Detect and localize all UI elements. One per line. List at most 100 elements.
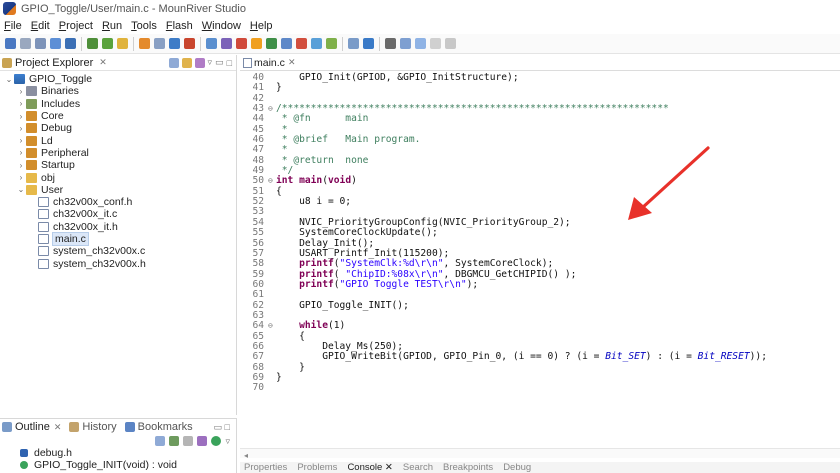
toolbar-button-icon[interactable] [430, 38, 441, 49]
toolbar-button-icon[interactable] [348, 38, 359, 49]
toolbar-button-icon[interactable] [184, 38, 195, 49]
chevron-right-icon[interactable]: › [16, 136, 26, 145]
toolbar-button-icon[interactable] [50, 38, 61, 49]
chevron-right-icon[interactable]: › [16, 148, 26, 157]
chevron-right-icon[interactable]: › [16, 87, 26, 96]
toolbar-button-icon[interactable] [311, 38, 322, 49]
menu-item[interactable]: Window [202, 20, 241, 32]
maximize-icon[interactable]: □ [227, 58, 232, 68]
toolbar-button-icon[interactable] [117, 38, 128, 49]
filter-icon[interactable] [194, 57, 205, 68]
bottom-tab[interactable]: Breakpoints [443, 462, 493, 473]
menu-item[interactable]: Run [102, 20, 122, 32]
code-area[interactable]: 40 GPIO_Init(GPIOD, &GPIO_InitStructure)… [240, 71, 840, 394]
toolbar-button-icon[interactable] [87, 38, 98, 49]
project-explorer-tab[interactable]: Project Explorer ✕ ▿ ▭ □ [0, 55, 236, 71]
sort-icon[interactable] [155, 436, 166, 446]
close-icon[interactable]: ✕ [54, 422, 62, 433]
toolbar-button-icon[interactable] [221, 38, 232, 49]
toolbar-button-icon[interactable] [363, 38, 374, 49]
fold-toggle-icon[interactable]: ⊖ [268, 321, 276, 331]
tree-item[interactable]: › Includes [0, 98, 236, 110]
toolbar-button-icon[interactable] [326, 38, 337, 49]
toolbar-button-icon[interactable] [385, 38, 396, 49]
tab-outline[interactable]: Outline ✕ [2, 421, 61, 433]
bottom-tab[interactable]: Search [403, 462, 433, 473]
hide-inactive-icon[interactable] [211, 436, 222, 446]
view-menu-icon[interactable]: ▿ [208, 57, 213, 68]
bottom-tab[interactable]: Debug [503, 462, 531, 473]
menu-accelerator: F [165, 19, 173, 32]
view-menu-icon[interactable]: ▿ [225, 436, 230, 447]
chevron-right-icon[interactable]: › [16, 112, 26, 121]
chevron-right-icon[interactable]: › [16, 161, 26, 170]
fold-toggle-icon[interactable]: ⊖ [268, 176, 276, 186]
tree-item[interactable]: › obj [0, 171, 236, 184]
tree-item[interactable]: › Startup [0, 159, 236, 171]
menu-item[interactable]: Project [59, 20, 93, 32]
toolbar-button-icon[interactable] [65, 38, 76, 49]
bottom-tab[interactable]: Properties [244, 462, 287, 473]
toolbar-button-icon[interactable] [445, 38, 456, 49]
bottom-tab[interactable]: Problems [297, 462, 337, 473]
link-with-editor-icon[interactable] [181, 57, 192, 68]
toolbar-button-icon[interactable] [102, 38, 113, 49]
toolbar-button-icon[interactable] [139, 38, 150, 49]
chevron-down-icon[interactable]: ⌄ [16, 185, 26, 194]
toolbar-button-icon[interactable] [5, 38, 16, 49]
tree-item[interactable]: system_ch32v00x.c [0, 245, 236, 257]
toolbar-button-icon[interactable] [169, 38, 180, 49]
code-token: } [276, 82, 282, 94]
horizontal-scrollbar[interactable]: ◂ [240, 448, 840, 460]
toolbar-button-icon[interactable] [266, 38, 277, 49]
toolbar-button-icon[interactable] [206, 38, 217, 49]
menu-item[interactable]: Help [250, 20, 273, 32]
chevron-down-icon[interactable]: ⌄ [4, 75, 14, 84]
fold-toggle-icon[interactable]: ⊖ [268, 104, 276, 114]
toolbar-button-icon[interactable] [281, 38, 292, 49]
outline-item[interactable]: debug.h [0, 447, 236, 459]
collapse-all-icon[interactable] [168, 57, 179, 68]
close-icon[interactable]: ✕ [99, 57, 107, 68]
chevron-right-icon[interactable]: › [16, 99, 26, 108]
bottom-tab[interactable]: Console ✕ [347, 462, 392, 473]
tree-item[interactable]: › Debug [0, 122, 236, 134]
tree-item[interactable]: › Peripheral [0, 147, 236, 159]
tree-item[interactable]: › Binaries [0, 85, 236, 97]
tree-item[interactable]: ⌄ GPIO_Toggle [0, 73, 236, 85]
chevron-right-icon[interactable]: › [16, 173, 26, 182]
menu-item[interactable]: Edit [31, 20, 50, 32]
tree-item[interactable]: system_ch32v00x.h [0, 257, 236, 270]
tab-main-c[interactable]: main.c ✕ [243, 57, 295, 69]
tree-item[interactable]: › Core [0, 110, 236, 122]
tree-item-label: main.c [52, 232, 89, 246]
toolbar-button-icon[interactable] [154, 38, 165, 49]
tree-item[interactable]: ch32v00x_it.c [0, 208, 236, 220]
hide-static-icon[interactable] [183, 436, 194, 446]
tab-history[interactable]: History [69, 421, 117, 433]
minimize-icon[interactable]: ▭ □ [214, 422, 230, 433]
minimize-icon[interactable]: ▭ [215, 57, 224, 68]
tree-item[interactable]: ch32v00x_conf.h [0, 196, 236, 208]
menu-item[interactable]: File [4, 20, 22, 32]
tree-item[interactable]: ch32v00x_it.h [0, 221, 236, 233]
chevron-right-icon[interactable]: › [16, 124, 26, 133]
toolbar-button-icon[interactable] [35, 38, 46, 49]
tree-item[interactable]: main.c [0, 232, 236, 246]
menu-item[interactable]: Tools [131, 20, 157, 32]
menu-item[interactable]: Flash [166, 20, 193, 32]
close-icon[interactable]: ✕ [288, 57, 296, 68]
tree-item[interactable]: ⌄ User [0, 184, 236, 196]
tree-item[interactable]: › Ld [0, 134, 236, 147]
toolbar-button-icon[interactable] [415, 38, 426, 49]
toolbar-button-icon[interactable] [251, 38, 262, 49]
scroll-left-icon[interactable]: ◂ [244, 451, 248, 460]
toolbar-button-icon[interactable] [236, 38, 247, 49]
outline-item[interactable]: GPIO_Toggle_INIT(void) : void [0, 459, 236, 471]
hide-nonpublic-icon[interactable] [197, 436, 208, 446]
tab-bookmarks[interactable]: Bookmarks [124, 421, 193, 433]
toolbar-button-icon[interactable] [400, 38, 411, 49]
toolbar-button-icon[interactable] [296, 38, 307, 49]
toolbar-button-icon[interactable] [20, 38, 31, 49]
hide-fields-icon[interactable] [169, 436, 180, 446]
